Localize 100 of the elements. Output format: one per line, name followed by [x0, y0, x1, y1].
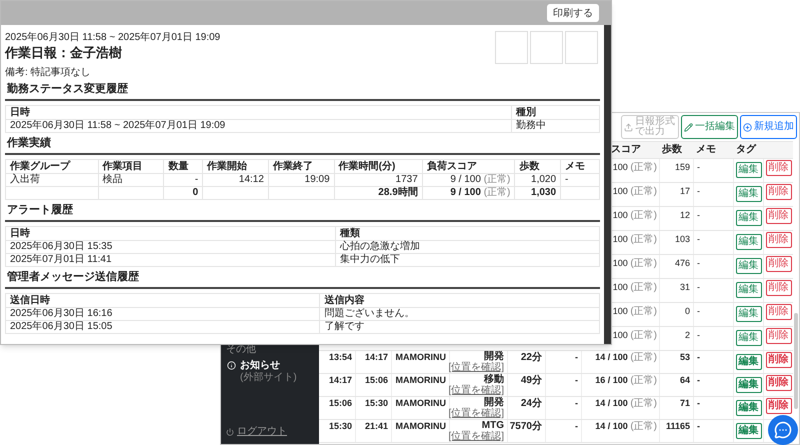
edit-button[interactable]: 編集 [736, 423, 762, 439]
delete-button[interactable]: 削除 [766, 304, 792, 320]
table-cell: 2025年06月30日 15:35 [6, 240, 336, 254]
delete-button[interactable]: 削除 [766, 232, 792, 248]
column-header: メモ [695, 143, 717, 157]
table-cell: 1,030 [514, 186, 561, 200]
delete-button[interactable]: 削除 [766, 256, 792, 272]
steps-cell: 159 [659, 159, 693, 182]
task-cell: 開発 [484, 397, 504, 408]
column-header: 日時 [6, 106, 512, 120]
table-cell: - [545, 397, 581, 419]
info-icon [227, 361, 236, 370]
device-cell: MAMORINU [391, 420, 449, 442]
table-cell: 14:12 [202, 174, 268, 186]
memo-cell: - [693, 351, 733, 373]
table-cell: 2025年06月30日 15:05 [6, 320, 320, 334]
table-cell: 1,020 [514, 174, 561, 186]
memo-cell: - [693, 207, 733, 230]
table-cell: 0 [164, 186, 203, 200]
column-header: スコア [611, 143, 642, 157]
end-time-cell: 14:17 [355, 351, 391, 373]
column-header: 種類 [336, 226, 600, 240]
duration-cell: 7570分 [507, 420, 545, 442]
column-header: 送信日時 [6, 294, 320, 308]
edit-button[interactable]: 編集 [736, 210, 762, 226]
score-cell: 14 / 100 (正常) [581, 351, 659, 373]
plus-circle-icon [743, 122, 752, 132]
device-cell: MAMORINU [391, 374, 449, 396]
duration-cell: 22分 [507, 351, 545, 373]
memo-cell: - [693, 327, 733, 350]
edit-button[interactable]: 編集 [736, 282, 762, 298]
section-heading: アラート履歴 [6, 203, 74, 218]
column-header: 負荷スコア [422, 160, 515, 174]
delete-button[interactable]: 削除 [766, 280, 792, 296]
steps-cell: 64 [659, 374, 693, 396]
bulk-edit-button[interactable]: 一括編集 [681, 115, 738, 139]
location-link[interactable]: [位置を確認] [448, 385, 504, 396]
table-cell: 28.9時間 [334, 186, 422, 200]
delete-button[interactable]: 削除 [766, 328, 792, 344]
task-cell: 開発 [484, 351, 504, 362]
delete-button[interactable]: 削除 [766, 160, 792, 176]
table-cell: - [545, 351, 581, 373]
table-cell: 9 / 100 (正常) [422, 174, 515, 186]
steps-cell: 0 [659, 303, 693, 326]
edit-button[interactable]: 編集 [736, 234, 762, 250]
table-cell: - [164, 174, 203, 186]
score-cell-text: 100 (正常) [612, 184, 658, 199]
column-header: メモ [560, 160, 600, 174]
column-header: 作業開始 [202, 160, 268, 174]
score-cell: 14 / 100 (正常) [581, 420, 659, 442]
column-header: 作業時間(分) [334, 160, 422, 174]
memo-cell: - [693, 374, 733, 396]
edit-button[interactable]: 編集 [736, 162, 762, 178]
column-header: タグ [735, 143, 758, 157]
edit-button[interactable]: 編集 [736, 306, 762, 322]
add-button[interactable]: 新規追加 [740, 115, 797, 139]
score-cell: 14 / 100 (正常) [581, 397, 659, 419]
location-link[interactable]: [位置を確認] [448, 362, 504, 373]
edit-button[interactable]: 編集 [736, 258, 762, 274]
edit-button[interactable]: 編集 [736, 400, 762, 416]
delete-button[interactable]: 削除 [766, 375, 792, 391]
memo-cell: - [693, 279, 733, 302]
edit-button[interactable]: 編集 [736, 330, 762, 346]
column-header: 種別 [512, 106, 600, 120]
table-cell: 検品 [98, 174, 164, 186]
pencil-icon [684, 122, 693, 132]
task-cell: MTG [482, 420, 504, 431]
sidebar-item[interactable]: お知らせ (外部サイト) [221, 360, 319, 384]
edit-button[interactable]: 編集 [736, 186, 762, 202]
table-cell: 了解です [320, 320, 600, 334]
column-header: 作業項目 [98, 160, 164, 174]
report-period: 2025年06月30日 11:58 ~ 2025年07月01日 19:09 [5, 31, 220, 44]
steps-cell: 103 [659, 231, 693, 254]
steps-cell: 31 [659, 279, 693, 302]
delete-button[interactable]: 削除 [766, 398, 792, 414]
delete-button[interactable]: 削除 [766, 352, 792, 368]
report-note: 備考: 特記事項なし [5, 66, 92, 79]
device-cell: MAMORINU [391, 351, 449, 373]
task-cell: 移動 [484, 374, 504, 385]
location-link[interactable]: [位置を確認] [448, 431, 504, 442]
end-time-cell: 15:30 [355, 397, 391, 419]
device-cell: MAMORINU [391, 397, 449, 419]
edit-button[interactable]: 編集 [736, 354, 762, 370]
table-cell: 心拍の急激な増加 [336, 240, 600, 254]
table-cell: 9 / 100 (正常) [422, 186, 515, 200]
print-button[interactable]: 印刷する [547, 4, 599, 22]
table-cell: 入出荷 [6, 174, 98, 186]
memo-cell: - [693, 159, 733, 182]
column-header: 歩数 [661, 142, 683, 157]
edit-button[interactable]: 編集 [736, 377, 762, 393]
steps-cell: 71 [659, 397, 693, 419]
memo-cell: - [693, 303, 733, 326]
start-time-cell-text: 15:30 [328, 420, 353, 433]
score-cell-text: 100 (正常) [612, 160, 658, 175]
steps-cell: 12 [659, 207, 693, 230]
delete-button[interactable]: 削除 [766, 208, 792, 224]
logout-link[interactable]: ログアウト [237, 426, 287, 438]
sidebar-item-note: (外部サイト) [240, 372, 297, 384]
delete-button[interactable]: 削除 [766, 184, 792, 200]
location-link[interactable]: [位置を確認] [448, 408, 504, 419]
